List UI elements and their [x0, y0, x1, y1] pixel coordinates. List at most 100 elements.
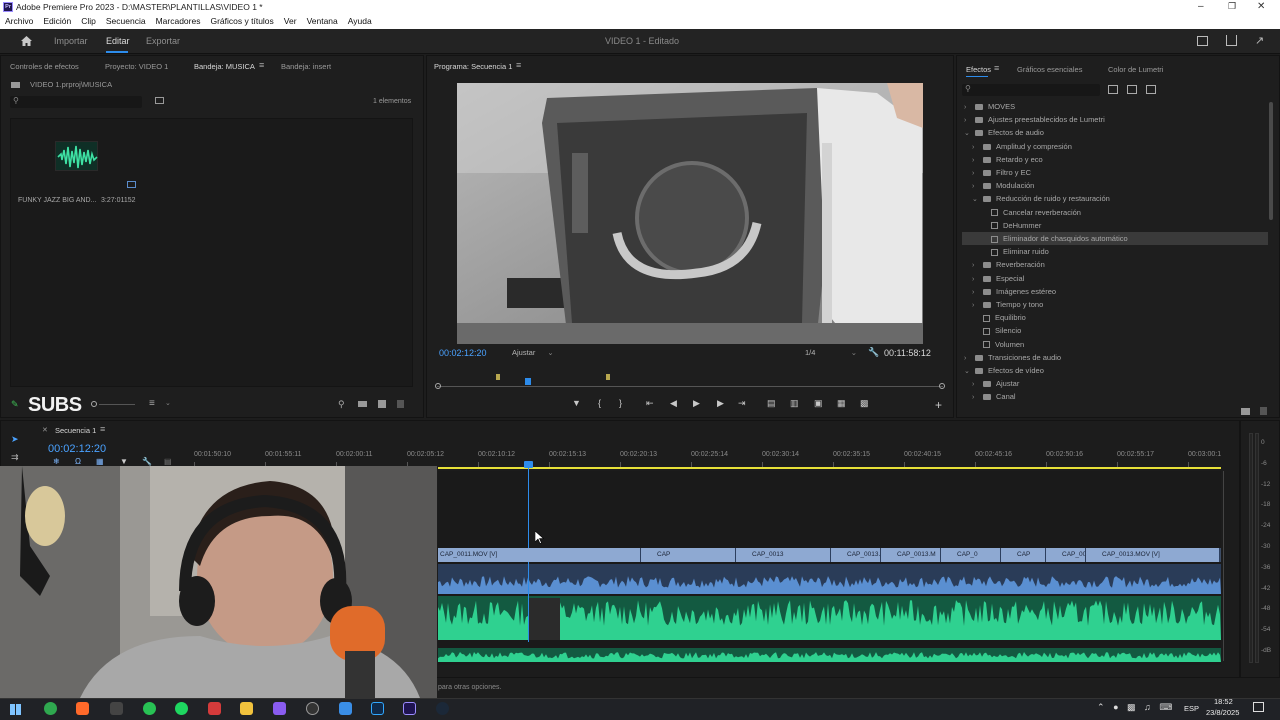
go-to-out-icon[interactable]: ⇥: [738, 398, 746, 409]
timeline-tab-menu-icon[interactable]: ≡: [100, 424, 105, 434]
chevron-right-icon[interactable]: ›: [972, 259, 979, 272]
effects-item[interactable]: › Canal: [962, 390, 1268, 403]
taskbar-explorer-icon[interactable]: [240, 702, 253, 715]
tray-keyboard-icon[interactable]: ⌨: [1159, 702, 1172, 712]
taskbar-app-2-icon[interactable]: [76, 702, 89, 715]
taskbar-steam-icon[interactable]: [436, 702, 449, 715]
extract-icon[interactable]: ▥: [790, 398, 799, 409]
tab-effect-controls[interactable]: Controles de efectos: [10, 62, 79, 71]
delete-icon[interactable]: [397, 400, 404, 408]
video-clip[interactable]: CAP: [641, 548, 736, 562]
tab-menu-icon[interactable]: ≡: [259, 60, 264, 70]
fit-dropdown[interactable]: Ajustar ⌄: [512, 348, 554, 357]
new-bin-button-icon[interactable]: [358, 401, 367, 407]
taskbar-app-8-icon[interactable]: [273, 702, 286, 715]
effects-item[interactable]: Silencio: [962, 324, 1268, 337]
tray-network-icon[interactable]: ▩: [1127, 702, 1136, 712]
taskbar-app-1-icon[interactable]: [44, 702, 57, 715]
effects-item[interactable]: › Reverberación: [962, 258, 1268, 271]
chevron-right-icon[interactable]: ›: [964, 352, 971, 365]
workspaces-icon[interactable]: [1197, 36, 1208, 46]
maximize-button[interactable]: ❐: [1228, 1, 1236, 12]
monitor-menu-icon[interactable]: ≡: [516, 60, 521, 70]
work-area-bar[interactable]: [438, 467, 1221, 469]
tray-time[interactable]: 18:52: [1214, 697, 1233, 706]
minimize-button[interactable]: –: [1198, 1, 1204, 12]
taskbar-app-9-icon[interactable]: [306, 702, 319, 715]
monitor-playhead[interactable]: [525, 378, 531, 385]
taskbar-app-10-icon[interactable]: [339, 702, 352, 715]
chevron-right-icon[interactable]: ›: [972, 286, 979, 299]
step-back-icon[interactable]: ◀: [670, 398, 677, 409]
chevron-right-icon[interactable]: ›: [972, 180, 979, 193]
tab-project[interactable]: Proyecto: VIDEO 1: [105, 62, 168, 71]
monitor-scrubber[interactable]: [435, 374, 945, 390]
effects-item[interactable]: › Filtro y EC: [962, 166, 1268, 179]
new-item-icon[interactable]: [378, 400, 386, 408]
video-clip[interactable]: CAP_0011.MOV [V]: [438, 548, 641, 562]
video-clip[interactable]: CAP_0013.MOV [V]: [1086, 548, 1220, 562]
effects-item[interactable]: ⌄ Reducción de ruido y restauración: [962, 192, 1268, 205]
tab-bin-insert[interactable]: Bandeja: insert: [281, 62, 331, 71]
compare-icon[interactable]: ▦: [837, 398, 846, 409]
video-clip[interactable]: CAP_0013: [736, 548, 831, 562]
go-to-in-icon[interactable]: ⇤: [646, 398, 654, 409]
effects-item[interactable]: Volumen: [962, 338, 1268, 351]
menu-edicion[interactable]: Edición: [38, 15, 76, 29]
close-button[interactable]: ✕: [1257, 1, 1265, 12]
tray-chevron-icon[interactable]: ⌃: [1097, 702, 1105, 712]
lift-icon[interactable]: ▤: [767, 398, 776, 409]
resolution-dropdown[interactable]: 1/4 ⌄: [805, 348, 857, 357]
workspace-import[interactable]: Importar: [54, 36, 88, 46]
taskbar-premiere-icon[interactable]: [403, 702, 416, 715]
find-icon[interactable]: ⚲: [338, 399, 345, 410]
chevron-down-icon[interactable]: ⌄: [964, 127, 971, 140]
chevron-right-icon[interactable]: ›: [972, 154, 979, 167]
zoom-slider[interactable]: [91, 401, 135, 407]
add-marker-tl-icon[interactable]: ▼: [120, 457, 128, 466]
clip-name[interactable]: FUNKY JAZZ BIG AND...: [18, 197, 96, 204]
program-timecode[interactable]: 00:02:12:20: [439, 348, 487, 358]
mark-in-icon[interactable]: {: [598, 398, 601, 408]
play-icon[interactable]: ▶: [693, 398, 700, 409]
chevron-down-icon[interactable]: ⌄: [964, 365, 971, 378]
workspace-edit[interactable]: Editar: [106, 36, 130, 46]
effects-item[interactable]: › Ajustar: [962, 377, 1268, 390]
captions-icon[interactable]: ▤: [164, 457, 172, 466]
effects-item[interactable]: › Modulación: [962, 179, 1268, 192]
effects-item[interactable]: › Ajustes preestablecidos de Lumetri: [962, 113, 1268, 126]
fullscreen-icon[interactable]: ↗: [1255, 34, 1264, 47]
sort-dropdown-icon[interactable]: ⌄: [165, 399, 171, 407]
timeline-playhead-handle[interactable]: [524, 461, 533, 468]
bin-search-input[interactable]: [10, 96, 142, 108]
taskbar-photoshop-icon[interactable]: [371, 702, 384, 715]
video-clip[interactable]: CAP_0013.: [831, 548, 881, 562]
sort-icon[interactable]: ≡: [149, 398, 155, 409]
effects-delete-icon[interactable]: [1260, 407, 1267, 415]
yuv-effects-icon[interactable]: [1146, 85, 1156, 94]
effects-item[interactable]: › Retardo y eco: [962, 153, 1268, 166]
menu-ver[interactable]: Ver: [279, 15, 302, 29]
taskbar-app-3-icon[interactable]: [110, 702, 123, 715]
menu-clip[interactable]: Clip: [76, 15, 101, 29]
effects-item[interactable]: DeHummer: [962, 219, 1268, 232]
effects-item[interactable]: › Amplitud y compresión: [962, 140, 1268, 153]
menu-ayuda[interactable]: Ayuda: [343, 15, 377, 29]
video-clip[interactable]: CAP_0013.M: [881, 548, 941, 562]
effects-item[interactable]: › MOVES: [962, 100, 1268, 113]
tab-lumetri-color[interactable]: Color de Lumetri: [1108, 65, 1163, 74]
tray-mic-icon[interactable]: ●: [1113, 702, 1118, 712]
menu-secuencia[interactable]: Secuencia: [101, 15, 151, 29]
track-select-tool-icon[interactable]: ⇉: [11, 452, 19, 463]
add-button-icon[interactable]: +: [935, 398, 942, 412]
timeline-tab-close-icon[interactable]: ✕: [42, 426, 48, 434]
new-bin-icon[interactable]: [155, 97, 164, 104]
effects-item[interactable]: Equilibrio: [962, 311, 1268, 324]
tray-language[interactable]: ESP: [1184, 704, 1199, 713]
video-clip[interactable]: CAP_0013: [1046, 548, 1086, 562]
taskbar-spotify-icon[interactable]: [175, 702, 188, 715]
program-monitor-title[interactable]: Programa: Secuencia 1: [434, 62, 512, 71]
effects-scrollbar[interactable]: [1269, 102, 1273, 220]
taskbar-whatsapp-icon[interactable]: [143, 702, 156, 715]
menu-marcadores[interactable]: Marcadores: [151, 15, 206, 29]
